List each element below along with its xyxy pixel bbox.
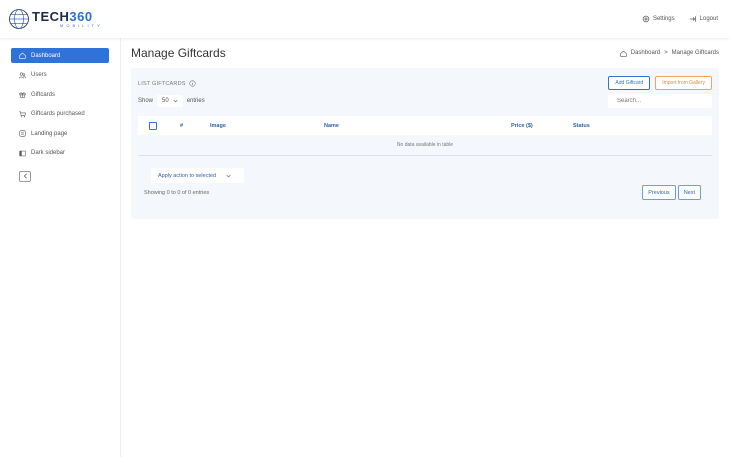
pagination: Previous Next bbox=[642, 185, 701, 200]
column-header-image[interactable]: Image bbox=[210, 123, 226, 129]
card-header: LIST GIFTCARDS bbox=[138, 80, 196, 87]
entries-select[interactable]: 50 bbox=[157, 95, 183, 107]
sidebar-layout-icon bbox=[19, 150, 26, 156]
logout-label: Logout bbox=[699, 16, 718, 22]
giftcards-card: LIST GIFTCARDS Add Giftcard Import from … bbox=[131, 68, 719, 219]
home-icon bbox=[620, 50, 627, 57]
top-bar: TECH360 MOBILITY Settings Logout bbox=[0, 0, 730, 38]
breadcrumb-current: Manage Giftcards bbox=[671, 50, 719, 56]
brand-name: TECH bbox=[32, 9, 70, 24]
collapse-sidebar-button[interactable] bbox=[19, 170, 31, 182]
chevron-down-icon bbox=[226, 174, 231, 177]
breadcrumb-separator: > bbox=[664, 50, 668, 56]
column-header-price[interactable]: Price ($) bbox=[511, 123, 533, 129]
page-title: Manage Giftcards bbox=[131, 46, 226, 60]
chevron-left-icon bbox=[23, 173, 27, 179]
brand-tagline: MOBILITY bbox=[60, 23, 103, 28]
add-giftcard-button[interactable]: Add Giftcard bbox=[608, 76, 651, 90]
entries-control: Show 50 entries bbox=[138, 95, 205, 107]
sidebar-item-label: Giftcards bbox=[31, 91, 56, 98]
show-label: Show bbox=[138, 98, 154, 104]
logout-icon bbox=[689, 16, 696, 22]
import-from-gallery-button[interactable]: Import from Gallery bbox=[655, 76, 712, 90]
column-header-number[interactable]: # bbox=[180, 123, 183, 129]
logout-link[interactable]: Logout bbox=[689, 15, 718, 23]
column-header-name[interactable]: Name bbox=[324, 123, 339, 129]
card-title: LIST GIFTCARDS bbox=[138, 80, 186, 87]
bulk-action-select[interactable]: Apply action to selected bbox=[151, 168, 244, 183]
info-icon[interactable] bbox=[189, 80, 196, 87]
chevron-down-icon bbox=[173, 99, 178, 103]
settings-label: Settings bbox=[652, 16, 675, 22]
search-input[interactable] bbox=[608, 94, 712, 108]
empty-table-message: No data available in table bbox=[138, 135, 712, 156]
brand-logo[interactable]: TECH360 MOBILITY bbox=[8, 8, 103, 30]
select-all-checkbox[interactable] bbox=[149, 121, 157, 130]
breadcrumb-home[interactable]: Dashboard bbox=[631, 50, 660, 56]
entries-value: 50 bbox=[162, 98, 169, 104]
sidebar-item-dashboard[interactable]: Dashboard bbox=[11, 48, 109, 63]
users-icon bbox=[19, 72, 26, 78]
sidebar-item-giftcards[interactable]: Giftcards bbox=[11, 87, 109, 102]
sidebar-item-landing-page[interactable]: Landing page bbox=[11, 126, 109, 141]
cart-icon bbox=[19, 110, 26, 117]
sidebar-item-label: Giftcards purchased bbox=[31, 111, 85, 117]
settings-link[interactable]: Settings bbox=[642, 15, 675, 23]
column-header-status[interactable]: Status bbox=[573, 123, 590, 129]
table-header: # Image Name Price ($) Status bbox=[138, 116, 712, 135]
previous-page-button[interactable]: Previous bbox=[642, 185, 676, 200]
sidebar-item-label: Users bbox=[31, 72, 47, 78]
sidebar-item-dark-sidebar[interactable]: Dark sidebar bbox=[11, 146, 109, 161]
entries-info: Showing 0 to 0 of 0 entries bbox=[144, 189, 210, 196]
breadcrumb: Dashboard > Manage Giftcards bbox=[620, 50, 719, 57]
bulk-action-label: Apply action to selected bbox=[158, 172, 217, 179]
main-content: Manage Giftcards Dashboard > Manage Gift… bbox=[131, 38, 719, 219]
next-page-button[interactable]: Next bbox=[677, 185, 701, 200]
page-icon bbox=[19, 130, 26, 137]
sidebar: Dashboard Users Giftcards Giftcards purc… bbox=[0, 38, 121, 457]
home-icon bbox=[19, 52, 26, 59]
sidebar-item-label: Dashboard bbox=[31, 52, 61, 59]
globe-logo-icon bbox=[9, 9, 29, 29]
sidebar-item-label: Dark sidebar bbox=[31, 150, 66, 156]
gift-icon bbox=[19, 92, 26, 98]
sidebar-item-users[interactable]: Users bbox=[11, 68, 109, 83]
entries-label: entries bbox=[186, 98, 205, 104]
sidebar-item-giftcards-purchased[interactable]: Giftcards purchased bbox=[11, 107, 109, 122]
giftcards-table: # Image Name Price ($) Status No data av… bbox=[138, 116, 712, 156]
sidebar-item-label: Landing page bbox=[31, 130, 68, 137]
brand-number: 360 bbox=[69, 9, 93, 24]
gear-icon bbox=[642, 15, 650, 23]
